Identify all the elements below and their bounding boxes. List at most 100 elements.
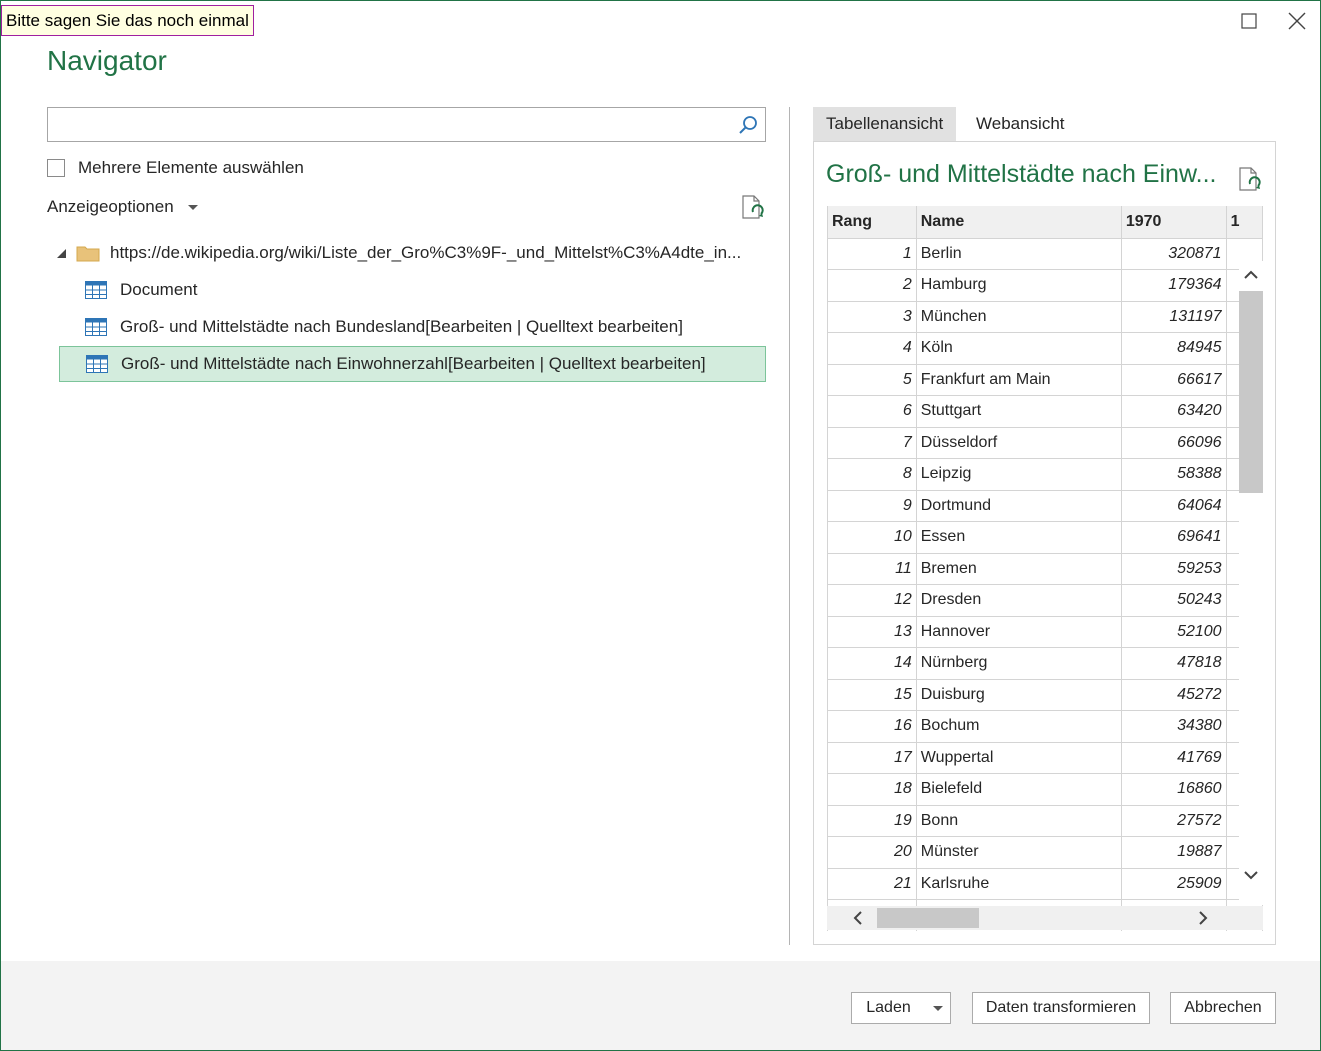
tree-root-node[interactable]: https://de.wikipedia.org/wiki/Liste_der_… (53, 239, 768, 267)
table-row[interactable]: 19 Bonn 27572 (828, 805, 1263, 837)
table-row[interactable]: 6 Stuttgart 63420 (828, 395, 1263, 428)
value-1970-cell[interactable]: 34380 (1121, 710, 1227, 743)
name-cell[interactable]: Essen (916, 521, 1122, 554)
data-grid[interactable]: Rang Name 1970 1 1 Berlin 320871 2 Hamburg 17… (827, 206, 1263, 931)
name-cell[interactable]: Wuppertal (916, 742, 1122, 774)
multi-select-checkbox[interactable] (47, 159, 65, 177)
search-input[interactable] (47, 107, 766, 142)
name-cell[interactable]: Münster (916, 836, 1122, 869)
table-row[interactable]: 17 Wuppertal 41769 (828, 742, 1263, 774)
rank-cell[interactable]: 15 (828, 679, 917, 711)
table-row[interactable]: 2 Hamburg 179364 (828, 269, 1263, 302)
table-row[interactable]: 5 Frankfurt am Main 66617 (828, 364, 1263, 396)
close-button[interactable] (1281, 7, 1313, 37)
value-1970-cell[interactable]: 45272 (1121, 679, 1227, 711)
cancel-button[interactable]: Abbrechen (1170, 992, 1276, 1024)
value-1970-cell[interactable]: 50243 (1121, 584, 1227, 617)
rank-cell[interactable]: 10 (828, 521, 917, 554)
value-1970-cell[interactable]: 59253 (1121, 553, 1227, 585)
table-row[interactable]: 8 Leipzig 58388 (828, 458, 1263, 491)
rank-cell[interactable]: 13 (828, 616, 917, 648)
value-1970-cell[interactable]: 179364 (1121, 269, 1227, 302)
name-cell[interactable]: Leipzig (916, 458, 1122, 491)
table-row[interactable]: 15 Duisburg 45272 (828, 679, 1263, 711)
search-field[interactable] (54, 109, 734, 140)
name-cell[interactable]: Bremen (916, 553, 1122, 585)
value-1970-cell[interactable]: 84945 (1121, 332, 1227, 365)
column-header[interactable]: Name (916, 206, 1122, 239)
value-1970-cell[interactable]: 25909 (1121, 868, 1227, 900)
value-1970-cell[interactable]: 69641 (1121, 521, 1227, 554)
value-1970-cell[interactable]: 66096 (1121, 427, 1227, 459)
rank-cell[interactable]: 11 (828, 553, 917, 585)
value-1970-cell[interactable]: 320871 (1121, 238, 1227, 270)
value-1970-cell[interactable]: 27572 (1121, 805, 1227, 837)
column-header[interactable]: Rang (828, 206, 917, 239)
tree-item-einwohnerzahl[interactable]: Groß- und Mittelstädte nach Einwohnerzah… (59, 346, 766, 382)
load-button[interactable]: Laden (851, 992, 926, 1024)
rank-cell[interactable]: 4 (828, 332, 917, 365)
name-cell[interactable]: Bonn (916, 805, 1122, 837)
value-1970-cell[interactable]: 66617 (1121, 364, 1227, 396)
value-1970-cell[interactable]: 16860 (1121, 773, 1227, 806)
name-cell[interactable]: Karlsruhe (916, 868, 1122, 900)
table-row[interactable]: 7 Düsseldorf 66096 (828, 427, 1263, 459)
horizontal-scroll-thumb[interactable] (877, 908, 979, 928)
vertical-scrollbar[interactable] (1239, 261, 1263, 905)
table-row[interactable]: 20 Münster 19887 (828, 836, 1263, 869)
rank-cell[interactable]: 16 (828, 710, 917, 743)
rank-cell[interactable]: 8 (828, 458, 917, 491)
rank-cell[interactable]: 7 (828, 427, 917, 459)
value-1970-cell[interactable]: 52100 (1121, 616, 1227, 648)
table-row[interactable]: 9 Dortmund 64064 (828, 490, 1263, 522)
rank-cell[interactable]: 1 (828, 238, 917, 270)
rank-cell[interactable]: 5 (828, 364, 917, 396)
table-row[interactable]: 16 Bochum 34380 (828, 710, 1263, 743)
table-row[interactable]: 14 Nürnberg 47818 (828, 647, 1263, 680)
table-row[interactable]: 3 München 131197 (828, 301, 1263, 333)
display-options-dropdown[interactable]: Anzeigeoptionen (47, 196, 198, 218)
multi-select-toggle[interactable]: Mehrere Elemente auswählen (47, 157, 304, 179)
rank-cell[interactable]: 17 (828, 742, 917, 774)
table-row[interactable]: 11 Bremen 59253 (828, 553, 1263, 585)
panel-divider[interactable] (789, 107, 790, 945)
tab-table-view[interactable]: Tabellenansicht (813, 107, 957, 141)
value-1970-cell[interactable]: 47818 (1121, 647, 1227, 680)
tree-item-document[interactable]: Document (59, 272, 766, 308)
rank-cell[interactable]: 9 (828, 490, 917, 522)
table-row[interactable]: 10 Essen 69641 (828, 521, 1263, 554)
horizontal-scrollbar[interactable] (827, 906, 1263, 930)
rank-cell[interactable]: 21 (828, 868, 917, 900)
rank-cell[interactable]: 18 (828, 773, 917, 806)
value-1970-cell[interactable]: 19887 (1121, 836, 1227, 869)
table-row[interactable]: 13 Hannover 52100 (828, 616, 1263, 648)
table-row[interactable]: 12 Dresden 50243 (828, 584, 1263, 617)
name-cell[interactable]: Frankfurt am Main (916, 364, 1122, 396)
rank-cell[interactable]: 2 (828, 269, 917, 302)
rank-cell[interactable]: 12 (828, 584, 917, 617)
name-cell[interactable]: Duisburg (916, 679, 1122, 711)
name-cell[interactable]: Stuttgart (916, 395, 1122, 428)
chevron-up-icon[interactable] (1243, 267, 1259, 283)
value-1970-cell[interactable]: 63420 (1121, 395, 1227, 428)
table-row[interactable]: 1 Berlin 320871 (828, 238, 1263, 270)
column-header[interactable]: 1970 (1121, 206, 1227, 239)
name-cell[interactable]: Dresden (916, 584, 1122, 617)
chevron-left-icon[interactable] (850, 910, 866, 926)
rank-cell[interactable]: 14 (828, 647, 917, 680)
refresh-icon[interactable] (1237, 166, 1263, 194)
vertical-scroll-thumb[interactable] (1239, 291, 1263, 493)
refresh-icon[interactable] (740, 194, 766, 222)
name-cell[interactable]: München (916, 301, 1122, 333)
table-row[interactable]: 4 Köln 84945 (828, 332, 1263, 365)
name-cell[interactable]: Bochum (916, 710, 1122, 743)
value-1970-cell[interactable]: 41769 (1121, 742, 1227, 774)
name-cell[interactable]: Köln (916, 332, 1122, 365)
name-cell[interactable]: Nürnberg (916, 647, 1122, 680)
table-row[interactable]: 21 Karlsruhe 25909 (828, 868, 1263, 900)
maximize-button[interactable] (1233, 7, 1265, 37)
value-1970-cell[interactable]: 131197 (1121, 301, 1227, 333)
expand-triangle-icon[interactable] (57, 248, 66, 258)
rank-cell[interactable]: 19 (828, 805, 917, 837)
load-dropdown-button[interactable] (925, 992, 951, 1024)
